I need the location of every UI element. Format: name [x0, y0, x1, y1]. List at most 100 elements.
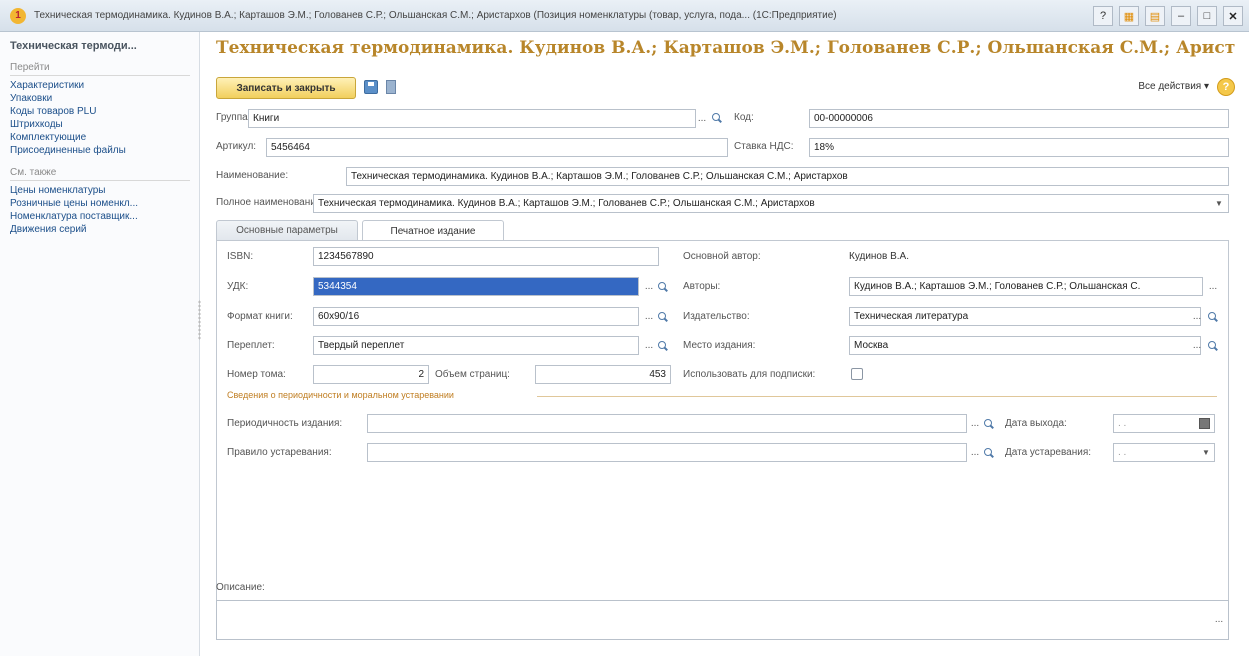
- main-author-value: Кудинов В.А.: [849, 251, 909, 262]
- publisher-label: Издательство:: [683, 311, 750, 322]
- release-date-label: Дата выхода:: [1005, 418, 1067, 429]
- volume-number-field[interactable]: 2: [313, 365, 429, 384]
- periodicity-label: Периодичность издания:: [227, 418, 343, 429]
- print-edition-panel: ISBN: 1234567890 УДК: 5344354 ... Формат…: [216, 240, 1229, 604]
- code-label: Код:: [734, 112, 754, 123]
- see-also-section-header: См. также: [10, 167, 190, 181]
- group-label: Группа:: [216, 112, 251, 123]
- window-controls: ? ▦ ▤ – □ ✕: [1093, 6, 1243, 26]
- authors-label: Авторы:: [683, 281, 721, 292]
- tab-main-parameters[interactable]: Основные параметры: [216, 220, 358, 240]
- nav-link-prices[interactable]: Цены номенклатуры: [10, 184, 190, 197]
- obsolescence-rule-label: Правило устаревания:: [227, 447, 332, 458]
- article-label: Артикул:: [216, 141, 257, 152]
- group-search-icon[interactable]: [711, 112, 723, 124]
- publication-place-field[interactable]: Москва: [849, 336, 1201, 355]
- authors-select-button[interactable]: ...: [1205, 277, 1221, 296]
- nav-link-plu-codes[interactable]: Коды товаров PLU: [10, 105, 190, 118]
- periodicity-select-button[interactable]: ...: [967, 414, 983, 433]
- calendar-icon[interactable]: [1199, 418, 1210, 429]
- code-field[interactable]: 00-00000006: [809, 109, 1229, 128]
- window-title: Техническая термодинамика. Кудинов В.А.;…: [34, 10, 837, 21]
- description-edit-button[interactable]: ...: [1211, 610, 1227, 629]
- window-titlebar: 1 Техническая термодинамика. Кудинов В.А…: [0, 0, 1249, 32]
- authors-field[interactable]: Кудинов В.А.; Карташов Э.М.; Голованев С…: [849, 277, 1203, 296]
- book-format-label: Формат книги:: [227, 311, 293, 322]
- obsolescence-rule-search-icon[interactable]: [983, 447, 995, 459]
- publication-place-label: Место издания:: [683, 340, 756, 351]
- panel-resize-handle[interactable]: [198, 300, 201, 340]
- vat-label: Ставка НДС:: [734, 141, 794, 152]
- nav-link-components[interactable]: Комплектующие: [10, 131, 190, 144]
- full-name-field[interactable]: Техническая термодинамика. Кудинов В.А.;…: [313, 194, 1229, 213]
- publisher-search-icon[interactable]: [1207, 311, 1219, 323]
- udk-search-icon[interactable]: [657, 281, 669, 293]
- udk-label: УДК:: [227, 281, 249, 292]
- book-format-select-button[interactable]: ...: [641, 307, 657, 326]
- publication-place-select-button[interactable]: ...: [1189, 336, 1205, 355]
- udk-select-button[interactable]: ...: [641, 277, 657, 296]
- form-area: Техническая термодинамика. Кудинов В.А.;…: [206, 32, 1243, 656]
- obsolescence-date-dropdown-icon[interactable]: ▼: [1199, 443, 1213, 462]
- binding-select-button[interactable]: ...: [641, 336, 657, 355]
- history-icon[interactable]: ▦: [1119, 6, 1139, 26]
- nav-link-characteristics[interactable]: Характеристики: [10, 79, 190, 92]
- obsolescence-rule-select-button[interactable]: ...: [967, 443, 983, 462]
- nav-link-barcodes[interactable]: Штрихкоды: [10, 118, 190, 131]
- pages-count-field[interactable]: 453: [535, 365, 671, 384]
- periodicity-group-divider: [537, 396, 1217, 397]
- publication-place-search-icon[interactable]: [1207, 340, 1219, 352]
- go-section-header: Перейти: [10, 62, 190, 76]
- subscription-label: Использовать для подписки:: [683, 369, 816, 380]
- nav-link-retail-prices[interactable]: Розничные цены номенкл...: [10, 197, 190, 210]
- nav-link-packages[interactable]: Упаковки: [10, 92, 190, 105]
- subscription-checkbox[interactable]: [851, 368, 863, 380]
- group-field[interactable]: Книги: [248, 109, 696, 128]
- pages-count-label: Объем страниц:: [435, 369, 510, 380]
- full-name-dropdown-icon[interactable]: ▼: [1212, 194, 1226, 213]
- navigation-panel: Техническая термоди... Перейти Характери…: [0, 32, 200, 656]
- document-icon[interactable]: [386, 80, 396, 94]
- publisher-select-button[interactable]: ...: [1189, 307, 1205, 326]
- description-field[interactable]: [216, 600, 1229, 640]
- book-format-search-icon[interactable]: [657, 311, 669, 323]
- description-label: Описание:: [216, 582, 265, 593]
- obsolescence-rule-field[interactable]: [367, 443, 967, 462]
- binding-field[interactable]: Твердый переплет: [313, 336, 639, 355]
- book-format-field[interactable]: 60х90/16: [313, 307, 639, 326]
- group-select-button[interactable]: ...: [694, 109, 710, 128]
- favorites-icon[interactable]: ▤: [1145, 6, 1165, 26]
- isbn-field[interactable]: 1234567890: [313, 247, 659, 266]
- maximize-icon[interactable]: □: [1197, 6, 1217, 26]
- periodicity-search-icon[interactable]: [983, 418, 995, 430]
- name-label: Наименование:: [216, 170, 289, 181]
- publisher-field[interactable]: Техническая литература: [849, 307, 1201, 326]
- isbn-label: ISBN:: [227, 251, 254, 262]
- main-author-label: Основной автор:: [683, 251, 761, 262]
- binding-label: Переплет:: [227, 340, 275, 351]
- page-title: Техническая термодинамика. Кудинов В.А.;…: [216, 38, 1236, 58]
- save-icon[interactable]: [364, 80, 378, 94]
- nav-link-attached-files[interactable]: Присоединенные файлы: [10, 144, 190, 157]
- nav-link-supplier-items[interactable]: Номенклатура поставщик...: [10, 210, 190, 223]
- all-actions-menu[interactable]: Все действия ▾: [1138, 81, 1209, 92]
- full-name-label: Полное наименование:: [216, 197, 325, 208]
- nav-link-series-movements[interactable]: Движения серий: [10, 223, 190, 236]
- close-icon[interactable]: ✕: [1223, 6, 1243, 26]
- nav-panel-title[interactable]: Техническая термоди...: [10, 40, 199, 52]
- save-and-close-button[interactable]: Записать и закрыть: [216, 77, 356, 99]
- udk-field[interactable]: 5344354: [313, 277, 639, 296]
- name-field[interactable]: Техническая термодинамика. Кудинов В.А.;…: [346, 167, 1229, 186]
- minimize-icon[interactable]: –: [1171, 6, 1191, 26]
- vat-field[interactable]: 18%: [809, 138, 1229, 157]
- help-titlebar-icon[interactable]: ?: [1093, 6, 1113, 26]
- obsolescence-date-label: Дата устаревания:: [1005, 447, 1092, 458]
- help-icon[interactable]: ?: [1217, 78, 1235, 96]
- binding-search-icon[interactable]: [657, 340, 669, 352]
- article-field[interactable]: 5456464: [266, 138, 728, 157]
- tab-print-edition[interactable]: Печатное издание: [362, 220, 504, 241]
- periodicity-field[interactable]: [367, 414, 967, 433]
- 1c-logo-icon[interactable]: 1: [10, 7, 26, 24]
- volume-number-label: Номер тома:: [227, 369, 286, 380]
- periodicity-group-title: Сведения о периодичности и моральном уст…: [227, 390, 454, 400]
